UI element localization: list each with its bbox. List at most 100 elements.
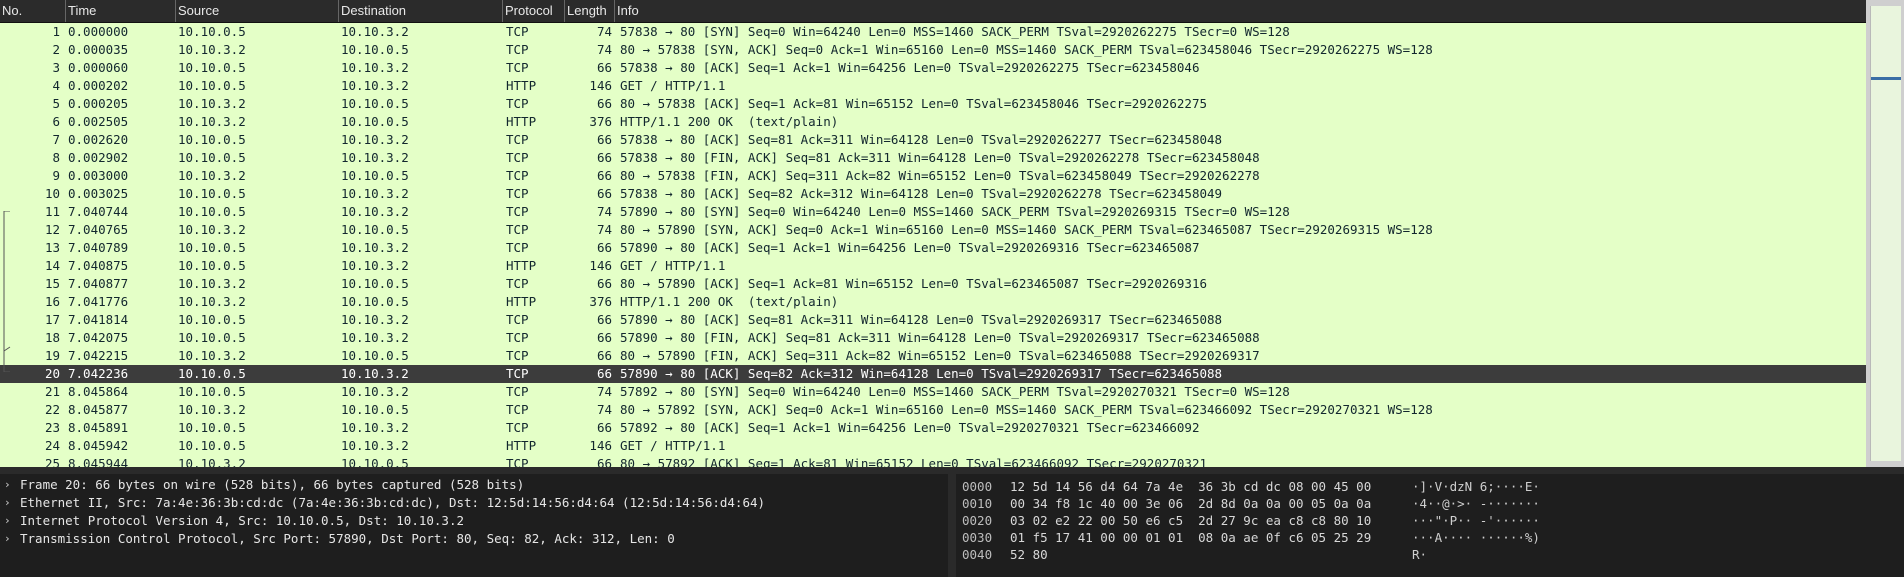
packet-protocol: HTTP — [506, 78, 537, 93]
packet-destination: 10.10.0.5 — [341, 456, 409, 467]
hex-line[interactable]: 0040 52 80 R· — [956, 546, 1904, 563]
table-row[interactable]: 11 7.040744 10.10.0.5 10.10.3.2 TCP 74 57890 →… — [0, 203, 1866, 221]
vertical-splitter[interactable] — [948, 467, 956, 577]
packet-length: 66 — [596, 240, 612, 255]
column-time[interactable]: Time — [66, 0, 176, 22]
packet-protocol: TCP — [506, 186, 529, 201]
packet-source: 10.10.0.5 — [178, 78, 246, 93]
table-row[interactable]: 17 7.041814 10.10.0.5 10.10.3.2 TCP 66 57890 →… — [0, 311, 1866, 329]
packet-number: 9 — [52, 168, 60, 183]
table-row[interactable]: 2 0.000035 10.10.3.2 10.10.0.5 TCP 74 80 → 578… — [0, 41, 1866, 59]
table-row[interactable]: 3 0.000060 10.10.0.5 10.10.3.2 TCP 66 57838 → … — [0, 59, 1866, 77]
packet-length: 66 — [596, 366, 612, 381]
packet-info: 57838 → 80 [SYN] Seq=0 Win=64240 Len=0 M… — [620, 24, 1290, 39]
scroll-position-marker[interactable] — [1871, 76, 1901, 80]
packet-length: 66 — [596, 276, 612, 291]
packet-number: 10 — [44, 186, 60, 201]
table-row[interactable]: 25 8.045944 10.10.3.2 10.10.0.5 TCP 66 80 → 57… — [0, 455, 1866, 467]
table-row[interactable]: 13 7.040789 10.10.0.5 10.10.3.2 TCP 66 57890 →… — [0, 239, 1866, 257]
packet-protocol: TCP — [506, 24, 529, 39]
table-row[interactable]: 9 0.003000 10.10.3.2 10.10.0.5 TCP 66 80 → 578… — [0, 167, 1866, 185]
detail-tree-item[interactable]: › Internet Protocol Version 4, Src: 10.10… — [0, 512, 948, 530]
table-row[interactable]: 23 8.045891 10.10.0.5 10.10.3.2 TCP 66 57892 →… — [0, 419, 1866, 437]
packet-number: 6 — [52, 114, 60, 129]
packet-source: 10.10.0.5 — [178, 366, 246, 381]
packet-source: 10.10.0.5 — [178, 312, 246, 327]
table-row[interactable]: 1 0.000000 10.10.0.5 10.10.3.2 TCP 74 57838 → … — [0, 23, 1866, 41]
packet-length: 66 — [596, 330, 612, 345]
packet-destination: 10.10.3.2 — [341, 78, 409, 93]
table-row[interactable]: 19 7.042215 10.10.3.2 10.10.0.5 TCP 66 80 → 57… — [0, 347, 1866, 365]
column-protocol[interactable]: Protocol — [503, 0, 565, 22]
table-row[interactable]: 14 7.040875 10.10.0.5 10.10.3.2 HTTP 146 GET /… — [0, 257, 1866, 275]
packet-destination: 10.10.0.5 — [341, 96, 409, 111]
packet-number: 1 — [52, 24, 60, 39]
table-row-selected[interactable]: 20 7.042236 10.10.0.5 10.10.3.2 TCP 66 57890 →… — [0, 365, 1866, 383]
packet-destination: 10.10.0.5 — [341, 114, 409, 129]
hex-line[interactable]: 0010 00 34 f8 1c 40 00 3e 06 2d 8d 0a 0a … — [956, 495, 1904, 512]
packet-destination: 10.10.0.5 — [341, 42, 409, 57]
packet-length: 376 — [589, 114, 612, 129]
table-row[interactable]: 8 0.002902 10.10.0.5 10.10.3.2 TCP 66 57838 → … — [0, 149, 1866, 167]
expand-arrow-icon[interactable]: › — [4, 476, 11, 494]
packet-number: 8 — [52, 150, 60, 165]
vertical-scrollbar[interactable] — [1866, 0, 1904, 467]
packet-time: 0.002620 — [68, 132, 129, 147]
column-no[interactable]: No. — [0, 0, 66, 22]
column-source[interactable]: Source — [176, 0, 339, 22]
table-row[interactable]: 10 0.003025 10.10.0.5 10.10.3.2 TCP 66 57838 →… — [0, 185, 1866, 203]
packet-destination: 10.10.3.2 — [341, 132, 409, 147]
packet-info: 57890 → 80 [ACK] Seq=81 Ack=311 Win=6412… — [620, 312, 1223, 327]
hex-line[interactable]: 0000 12 5d 14 56 d4 64 7a 4e 36 3b cd dc … — [956, 478, 1904, 495]
packet-destination: 10.10.3.2 — [341, 204, 409, 219]
packet-number: 5 — [52, 96, 60, 111]
packet-time: 7.040744 — [68, 204, 129, 219]
packet-time: 0.000205 — [68, 96, 129, 111]
detail-tree-item[interactable]: › Frame 20: 66 bytes on wire (528 bits), … — [0, 476, 948, 494]
expand-arrow-icon[interactable]: › — [4, 512, 11, 530]
table-row[interactable]: 22 8.045877 10.10.3.2 10.10.0.5 TCP 74 80 → 57… — [0, 401, 1866, 419]
detail-tree-item[interactable]: › Transmission Control Protocol, Src Port… — [0, 530, 948, 548]
table-row[interactable]: 24 8.045942 10.10.0.5 10.10.3.2 HTTP 146 GET /… — [0, 437, 1866, 455]
expand-arrow-icon[interactable]: › — [4, 530, 11, 548]
packet-info: 80 → 57890 [ACK] Seq=1 Ack=81 Win=65152 … — [620, 276, 1207, 291]
packet-source: 10.10.0.5 — [178, 240, 246, 255]
packet-time: 0.000035 — [68, 42, 129, 57]
packet-protocol: HTTP — [506, 294, 537, 309]
column-destination[interactable]: Destination — [339, 0, 503, 22]
packet-info: 80 → 57892 [ACK] Seq=1 Ack=81 Win=65152 … — [620, 456, 1207, 467]
table-row[interactable]: 16 7.041776 10.10.3.2 10.10.0.5 HTTP 376 HTTP/… — [0, 293, 1866, 311]
detail-tree-item[interactable]: › Ethernet II, Src: 7a:4e:36:3b:cd:dc (7a… — [0, 494, 948, 512]
hex-line[interactable]: 0020 03 02 e2 22 00 50 e6 c5 2d 27 9c ea … — [956, 512, 1904, 529]
packet-protocol: TCP — [506, 96, 529, 111]
packet-destination: 10.10.0.5 — [341, 168, 409, 183]
table-row[interactable]: 6 0.002505 10.10.3.2 10.10.0.5 HTTP 376 HTTP/1… — [0, 113, 1866, 131]
packet-minimap[interactable] — [1870, 6, 1901, 461]
table-row[interactable]: 21 8.045864 10.10.0.5 10.10.3.2 TCP 74 57892 →… — [0, 383, 1866, 401]
packet-source: 10.10.3.2 — [178, 276, 246, 291]
column-info[interactable]: Info — [615, 0, 1866, 22]
packet-time: 7.040875 — [68, 258, 129, 273]
packet-destination: 10.10.3.2 — [341, 24, 409, 39]
hex-offset: 0020 — [962, 513, 993, 528]
packet-time: 0.003000 — [68, 168, 129, 183]
table-row[interactable]: 12 7.040765 10.10.3.2 10.10.0.5 TCP 74 80 → 57… — [0, 221, 1866, 239]
packet-list[interactable]: No. Time Source Destination Protocol Len… — [0, 0, 1904, 467]
table-row[interactable]: 5 0.000205 10.10.3.2 10.10.0.5 TCP 66 80 → 578… — [0, 95, 1866, 113]
packet-source: 10.10.0.5 — [178, 438, 246, 453]
packet-protocol: HTTP — [506, 258, 537, 273]
packet-protocol: HTTP — [506, 114, 537, 129]
packet-protocol: TCP — [506, 348, 529, 363]
table-row[interactable]: 15 7.040877 10.10.3.2 10.10.0.5 TCP 66 80 → 57… — [0, 275, 1866, 293]
packet-number: 14 — [44, 258, 60, 273]
table-row[interactable]: 7 0.002620 10.10.0.5 10.10.3.2 TCP 66 57838 → … — [0, 131, 1866, 149]
packet-number: 7 — [52, 132, 60, 147]
table-row[interactable]: 4 0.000202 10.10.0.5 10.10.3.2 HTTP 146 GET / … — [0, 77, 1866, 95]
table-row[interactable]: 18 7.042075 10.10.0.5 10.10.3.2 TCP 66 57890 →… — [0, 329, 1866, 347]
packet-info: 57890 → 80 [ACK] Seq=1 Ack=1 Win=64256 L… — [620, 240, 1200, 255]
column-length[interactable]: Length — [565, 0, 615, 22]
packet-info: HTTP/1.1 200 OK (text/plain) — [620, 294, 839, 309]
packet-destination: 10.10.3.2 — [341, 150, 409, 165]
hex-line[interactable]: 0030 01 f5 17 41 00 00 01 01 08 0a ae 0f … — [956, 529, 1904, 546]
expand-arrow-icon[interactable]: › — [4, 494, 11, 512]
